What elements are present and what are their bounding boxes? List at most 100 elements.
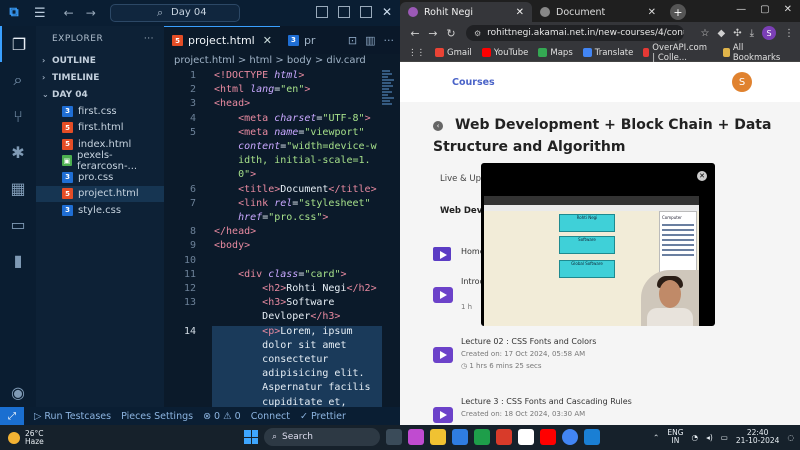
connect-button[interactable]: Connect [251,411,290,422]
course-title-text: Web Development + Block Chain + Data Str… [433,117,772,155]
sheets-icon[interactable] [474,429,490,445]
tray-chevron-icon[interactable]: ⌃ [653,433,659,442]
video-play-icon [433,407,453,423]
tab-document[interactable]: Document ✕ [532,2,664,22]
charts-icon[interactable]: ▮ [0,242,36,278]
file-item[interactable]: 5 first.html [36,120,164,137]
remote-indicator-icon[interactable]: ⤢ [0,407,24,425]
file-item[interactable]: 5 project.html [36,185,164,202]
taskbar-search[interactable]: ⌕ Search [264,428,380,446]
debug-icon[interactable]: ✱ [0,134,36,170]
wifi-icon[interactable]: ◔ [692,433,699,442]
avatar[interactable]: S [732,72,752,92]
notion-icon[interactable] [518,429,534,445]
list-item[interactable]: Lecture 3 : CSS Fonts and Cascading Rule… [433,397,773,425]
line-number: 13 [183,297,196,309]
split-editor-icon[interactable]: ▥ [365,34,375,47]
panel-toggle-icon[interactable] [338,6,350,18]
reload-icon[interactable]: ↻ [442,27,460,40]
list-item[interactable]: Lecture 02 : CSS Fonts and Colors Create… [433,337,773,377]
extensions-puzzle-icon[interactable]: ✣ [733,28,741,39]
section-label: OUTLINE [52,55,96,66]
close-tab-icon[interactable]: ✕ [648,7,656,18]
nav-courses-link[interactable]: Courses [452,77,495,88]
source-control-icon[interactable]: ⑂ [0,98,36,134]
close-tab-icon[interactable]: ✕ [516,7,524,18]
line-number: 1 [189,70,196,81]
weather-widget[interactable]: 26°C Haze [8,429,44,446]
file-item[interactable]: ▣ pexels-ferarcosn-... [36,150,164,172]
all-bookmarks[interactable]: All Bookmarks [722,43,782,63]
run-testcases-button[interactable]: ▷ Run Testcases [34,411,111,422]
edge-icon[interactable] [452,429,468,445]
close-icon[interactable]: ✕ [382,6,394,18]
volume-icon[interactable]: ◂) [706,433,713,442]
extensions-icon[interactable]: ▦ [0,170,36,206]
bookmark-translate[interactable]: Translate [582,48,633,58]
chrome-icon[interactable] [562,429,578,445]
close-tab-icon[interactable]: ✕ [263,34,272,47]
back-arrow-icon[interactable]: ← [64,6,74,20]
video-frame[interactable]: Rohti Negi Software Global Software Comp… [484,196,699,326]
tab-pro-css[interactable]: 3 pr [280,26,324,54]
minimize-icon[interactable]: — [736,4,746,15]
problems-indicator[interactable]: ⊗ 0 ⚠ 0 [203,411,241,422]
windows-taskbar: 26°C Haze ⌕ Search ⌃ ENG IN ◔ ◂) ▭ 22:40… [0,425,800,450]
site-info-icon[interactable]: ⚙ [474,29,481,38]
forward-arrow-icon[interactable]: → [424,27,442,40]
section-timeline[interactable]: › TIMELINE [36,69,164,86]
copilot-icon[interactable] [408,429,424,445]
layout-toggle-icon[interactable] [316,6,328,18]
menu-icon[interactable]: ☰ [34,6,46,21]
bookmark-overapi[interactable]: OverAPI.com | Colle... [643,43,712,63]
new-tab-icon[interactable]: + [670,4,686,20]
apps-grid-icon[interactable]: ⋮⋮ [408,48,425,58]
task-view-icon[interactable] [386,429,402,445]
profile-avatar[interactable]: S [762,26,776,40]
prettier-status[interactable]: ✓ Prettier [300,411,346,422]
close-icon[interactable]: ✕ [784,4,792,15]
address-bar[interactable]: ⚙ rohittnegi.akamai.net.in/new-courses/4… [466,25,684,41]
bookmark-star-icon[interactable]: ☆ [701,28,710,39]
windows-start-icon[interactable] [244,430,258,444]
minimap[interactable] [382,70,396,190]
forward-arrow-icon[interactable]: → [86,6,96,20]
tab-rohit-negi[interactable]: Rohit Negi ✕ [400,2,532,22]
open-preview-icon[interactable]: ⊡ [348,34,357,47]
close-icon[interactable]: ✕ [697,171,707,181]
html-file-icon: 5 [62,122,73,134]
section-outline[interactable]: › OUTLINE [36,52,164,69]
pieces-settings-button[interactable]: Pieces Settings [121,411,193,422]
downloads-icon[interactable]: ⤓ [750,28,754,39]
code-editor[interactable]: 1 <!DOCTYPE html> 2 <html lang="en"> 3 <head>… [164,70,400,411]
tab-project-html[interactable]: 5 project.html ✕ [164,26,280,54]
back-arrow-icon[interactable]: ← [406,27,424,40]
clock[interactable]: 22:40 21-10-2024 [736,429,780,445]
section-folder[interactable]: ⌄ DAY 04 [36,86,164,103]
chrome-menu-icon[interactable]: ⋮ [784,28,794,39]
explorer-icon[interactable]: ❐ [0,26,36,62]
file-item[interactable]: 3 style.css [36,202,164,219]
maximize-icon[interactable]: ▢ [760,4,769,15]
bookmark-youtube[interactable]: YouTube [481,48,528,58]
file-item[interactable]: 3 first.css [36,103,164,120]
account-icon[interactable]: ◉ [0,374,36,410]
office-icon[interactable] [496,429,512,445]
battery-icon[interactable]: ▭ [721,433,728,442]
extension-icon[interactable]: ◆ [717,28,725,39]
remote-explorer-icon[interactable]: ▭ [0,206,36,242]
video-player-modal[interactable]: ✕ Rohti Negi Software Global Software Co… [481,163,715,326]
bookmark-maps[interactable]: Maps [538,48,573,58]
vscode-taskbar-icon[interactable] [584,429,600,445]
notification-icon[interactable]: ◌ [787,433,794,442]
sidebar-toggle-icon[interactable] [360,6,372,18]
file-explorer-icon[interactable] [430,429,446,445]
more-actions-icon[interactable]: ··· [384,34,395,47]
youtube-icon[interactable] [540,429,556,445]
command-center-search[interactable]: ⌕ Day 04 [110,4,240,22]
bookmark-gmail[interactable]: Gmail [435,48,472,58]
breadcrumb[interactable]: project.html > html > body > div.card [164,54,400,68]
language-indicator[interactable]: ENG IN [667,429,683,445]
more-actions-icon[interactable]: ··· [144,34,154,44]
search-icon[interactable]: ⌕ [0,62,36,98]
